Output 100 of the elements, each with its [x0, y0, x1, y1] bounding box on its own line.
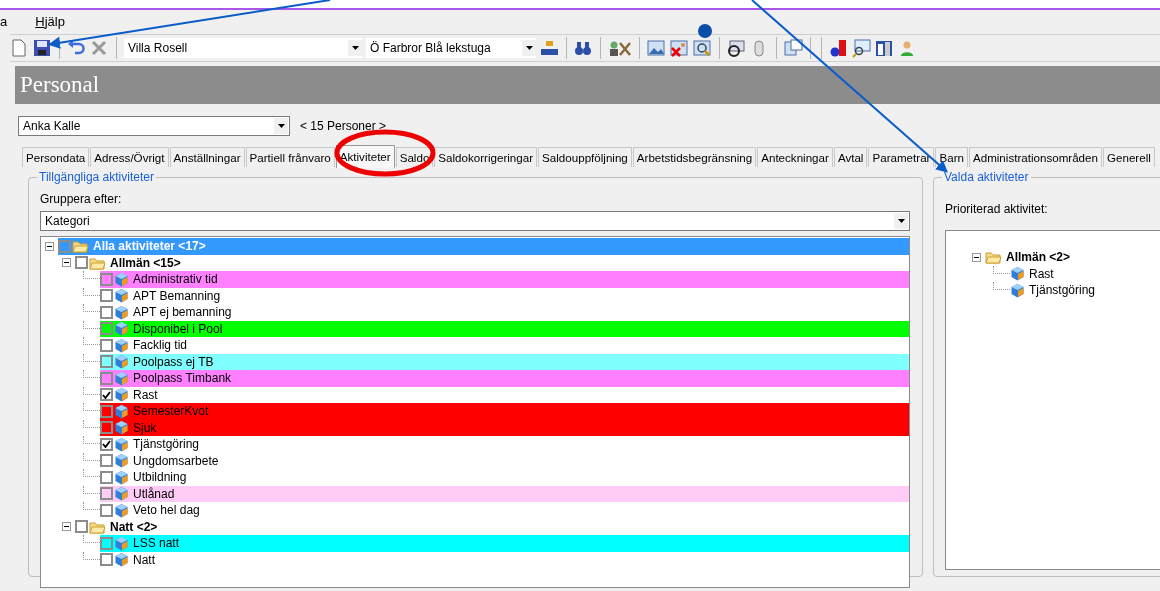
checkbox[interactable]	[100, 503, 113, 517]
tree-item-label[interactable]: Natt <2>	[107, 518, 158, 535]
tree-item-label[interactable]: Rast	[130, 386, 158, 403]
checkbox[interactable]	[100, 338, 113, 352]
checkbox[interactable]	[100, 355, 113, 369]
collapse-toggle[interactable]	[62, 258, 71, 268]
dropdown-field[interactable]: Villa Rosell	[124, 38, 362, 58]
tab[interactable]: Barn	[935, 147, 968, 167]
tab[interactable]: Saldokorrigeringar	[434, 147, 538, 167]
tab[interactable]: Administrationsområden	[968, 147, 1102, 167]
checkbox[interactable]	[75, 256, 88, 270]
checkbox[interactable]	[75, 520, 88, 534]
dropdown-arrow-icon[interactable]	[897, 219, 905, 223]
tree-item-label[interactable]: Natt	[130, 551, 155, 568]
tree-item-label[interactable]: Ungdomsarbete	[130, 452, 219, 469]
tree-item-label[interactable]: SemesterKvot	[130, 403, 209, 420]
checkbox[interactable]	[100, 322, 113, 336]
tree-view[interactable]: Allmän <2> Rast Tjänstgöring	[945, 230, 1160, 570]
tab[interactable]: Partiell frånvaro	[245, 147, 335, 167]
collapse-toggle[interactable]	[972, 252, 981, 262]
checkbox[interactable]	[100, 437, 113, 451]
tab[interactable]: Parametrar	[868, 147, 935, 167]
cube-icon	[114, 271, 129, 287]
menu-item[interactable]: a	[0, 12, 8, 32]
checkbox[interactable]	[100, 371, 113, 385]
presentation-search-icon[interactable]	[852, 38, 871, 58]
field-label: Gruppera efter:	[40, 191, 123, 208]
tree-item-label[interactable]: Tjänstgöring	[130, 436, 200, 453]
bar-chart-icon[interactable]	[829, 38, 848, 58]
cube-icon	[114, 321, 129, 337]
picture-icon[interactable]	[647, 38, 666, 58]
folder-icon	[89, 519, 106, 534]
cube-icon	[114, 453, 129, 469]
cube-icon	[1010, 282, 1025, 298]
cube-icon	[114, 535, 129, 551]
tab[interactable]: Anteckningar	[757, 147, 833, 167]
tab[interactable]: Adress/Övrigt	[90, 147, 169, 167]
tab[interactable]: Persondata	[22, 147, 90, 167]
save-icon[interactable]	[33, 38, 52, 58]
tree-item-label[interactable]: Sjuk	[130, 419, 157, 436]
tree-item-label[interactable]: Facklig tid	[130, 337, 188, 354]
tab[interactable]: Arbetstidsbegränsning	[632, 147, 757, 167]
tree-item-label[interactable]: APT Bemanning	[130, 287, 221, 304]
tree-item-label[interactable]: Tjänstgöring	[1026, 282, 1096, 299]
cube-icon	[114, 502, 129, 518]
tab[interactable]: Anställningar	[169, 147, 245, 167]
dropdown-field[interactable]: Ö Farbror Blå lekstuga	[366, 38, 536, 58]
tree-item-label[interactable]: Veto hel dag	[130, 502, 200, 519]
copy-icon[interactable]	[784, 38, 803, 58]
tree-view[interactable]	[40, 236, 910, 588]
tree-item-label[interactable]: LSS natt	[130, 535, 180, 552]
checkbox[interactable]	[100, 470, 113, 484]
delete-icon[interactable]	[90, 38, 109, 58]
tree-item-label[interactable]: Allmän <15>	[107, 254, 181, 271]
columns-icon[interactable]	[875, 38, 894, 58]
tree-item-label[interactable]: Poolpass ej TB	[130, 353, 214, 370]
tree-item-label[interactable]: Rast	[1026, 265, 1054, 282]
checkbox[interactable]	[100, 454, 113, 468]
tree-item-label[interactable]: Administrativ tid	[130, 271, 218, 288]
picture-search-icon[interactable]	[693, 38, 712, 58]
tab[interactable]: Saldouppföljning	[538, 147, 632, 167]
collapse-toggle[interactable]	[45, 241, 54, 251]
cube-icon	[114, 469, 129, 485]
record-count: < 15 Personer >	[300, 118, 387, 135]
tree-item-label[interactable]: APT ej bemanning	[130, 304, 232, 321]
hierarchy-icon[interactable]	[540, 38, 559, 58]
dropdown-arrow-icon[interactable]	[351, 46, 359, 50]
checkbox[interactable]	[100, 289, 113, 303]
collapse-toggle[interactable]	[62, 522, 71, 532]
cube-icon	[114, 403, 129, 419]
checkbox[interactable]	[100, 536, 113, 550]
tree-item-label[interactable]: Utbildning	[130, 469, 187, 486]
person-dropdown[interactable]: Anka Kalle	[18, 116, 290, 136]
email-icon[interactable]	[727, 38, 746, 58]
tree-item-label[interactable]: Poolpass Timbank	[130, 370, 232, 387]
checkbox[interactable]	[100, 553, 113, 567]
cube-icon	[114, 486, 129, 502]
cube-icon	[114, 304, 129, 320]
dropdown-arrow-icon[interactable]	[525, 46, 533, 50]
checkbox[interactable]	[100, 487, 113, 501]
tree-item-label[interactable]: Allmän <2>	[1003, 249, 1071, 266]
tree-item-label[interactable]: Disponibel i Pool	[130, 320, 223, 337]
cube-icon	[1010, 266, 1025, 282]
tab[interactable]: Generell	[1102, 147, 1155, 167]
checkmark-icon	[102, 440, 111, 449]
group-by-dropdown[interactable]: Kategori	[40, 211, 910, 231]
cube-icon	[114, 370, 129, 386]
cube-icon	[114, 436, 129, 452]
picture-delete-icon[interactable]	[670, 38, 689, 58]
tab[interactable]: Avtal	[833, 147, 868, 167]
checkbox[interactable]	[100, 421, 113, 435]
cube-icon	[114, 420, 129, 436]
checkbox[interactable]	[100, 388, 113, 402]
menu-item[interactable]: Hjälp	[35, 12, 65, 32]
checkbox[interactable]	[58, 239, 71, 253]
checkbox[interactable]	[100, 272, 113, 286]
checkbox[interactable]	[100, 404, 113, 418]
tree-item-label[interactable]: Utlånad	[130, 485, 175, 502]
checkbox[interactable]	[100, 305, 113, 319]
dropdown-arrow-icon[interactable]	[277, 124, 285, 128]
